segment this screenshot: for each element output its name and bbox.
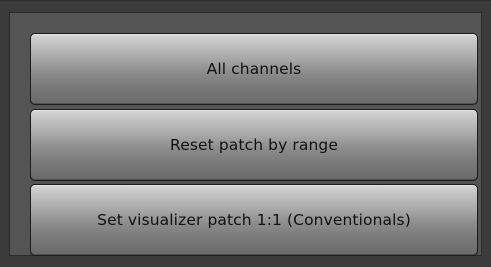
all-channels-button[interactable]: All channels	[30, 33, 478, 105]
set-visualizer-patch-button[interactable]: Set visualizer patch 1:1 (Conventionals)	[30, 184, 478, 256]
reset-patch-by-range-button-label: Reset patch by range	[170, 136, 338, 154]
all-channels-button-label: All channels	[206, 60, 302, 78]
set-visualizer-patch-button-label: Set visualizer patch 1:1 (Conventionals)	[97, 211, 411, 229]
reset-patch-by-range-button[interactable]: Reset patch by range	[30, 109, 478, 181]
dialog-window: All channels Reset patch by range Set vi…	[0, 0, 491, 267]
